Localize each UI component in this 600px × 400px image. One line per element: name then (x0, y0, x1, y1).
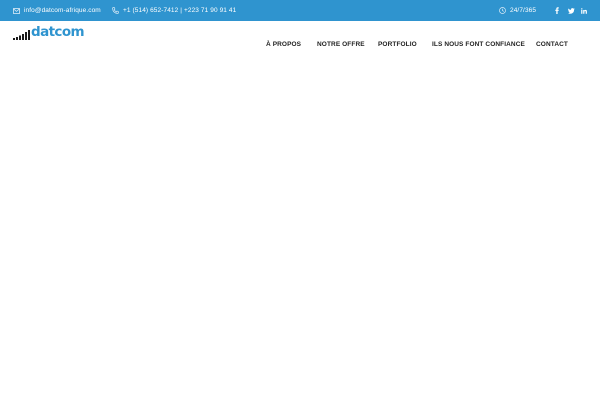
linkedin-icon (581, 7, 587, 14)
facebook-icon (555, 7, 559, 14)
nav-item-about[interactable]: À PROPOS (266, 41, 301, 53)
clock-icon (499, 7, 506, 14)
signal-bars-icon (13, 27, 30, 45)
top-bar: info@datcom-afrique.com +1 (514) 652-741… (0, 0, 600, 21)
logo-wordmark: datcom (31, 24, 85, 40)
email-text: info@datcom-afrique.com (24, 7, 101, 14)
phone-text: +1 (514) 652-7412 | +223 71 90 91 41 (123, 7, 237, 14)
twitter-link[interactable] (566, 0, 576, 21)
linkedin-link[interactable] (579, 0, 589, 21)
facebook-link[interactable] (552, 0, 562, 21)
opening-hours: 24/7/365 (499, 0, 536, 21)
envelope-icon (13, 7, 20, 14)
phone-contact[interactable]: +1 (514) 652-7412 | +223 71 90 91 41 (112, 0, 236, 21)
nav-item-clients[interactable]: ILS NOUS FONT CONFIANCE (432, 41, 525, 53)
twitter-icon (567, 7, 575, 14)
phone-icon (112, 7, 119, 14)
nav-item-offer[interactable]: NOTRE OFFRE (317, 41, 365, 53)
email-contact[interactable]: info@datcom-afrique.com (13, 0, 101, 21)
nav-item-contact[interactable]: CONTACT (536, 41, 568, 53)
hours-text: 24/7/365 (510, 7, 537, 14)
nav-item-portfolio[interactable]: PORTFOLIO (378, 41, 417, 53)
site-logo[interactable]: datcom (13, 24, 93, 40)
